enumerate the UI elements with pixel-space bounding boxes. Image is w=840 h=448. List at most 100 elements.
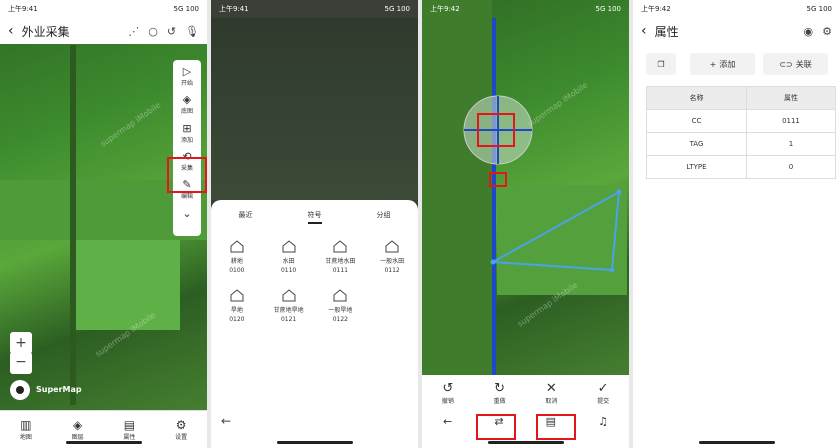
symbol-item[interactable]: 一般旱地 0122 bbox=[315, 289, 367, 324]
plus-icon: + bbox=[709, 59, 717, 69]
symbol-name: 水田 bbox=[282, 258, 295, 265]
zoom-in-button[interactable]: + bbox=[10, 332, 32, 354]
attribute-value[interactable]: 1 bbox=[745, 132, 837, 156]
back-arrow-icon[interactable]: ← bbox=[221, 414, 231, 428]
back-arrow-icon[interactable]: ← bbox=[443, 415, 452, 428]
table-row[interactable]: LTYPE 0 bbox=[646, 155, 837, 179]
attribute-value[interactable]: 0111 bbox=[745, 109, 837, 133]
attribute-table: 名称 属性 CC 0111 TAG 1 LTYPE 0 bbox=[646, 86, 837, 179]
table-header-row: 名称 属性 bbox=[646, 86, 837, 110]
symbol-item[interactable]: 甘蔗地水田 0111 bbox=[315, 240, 367, 275]
submit-button[interactable]: ✓ 提交 bbox=[597, 381, 609, 405]
action-label: 提交 bbox=[597, 398, 610, 405]
link-button[interactable]: ⊂⊃ 关联 bbox=[763, 53, 828, 75]
highlight-collect bbox=[167, 157, 207, 193]
gear-icon[interactable]: ⚙ bbox=[822, 25, 832, 38]
cancel-button[interactable]: ✕ 取消 bbox=[545, 381, 557, 405]
dimmed-map[interactable] bbox=[211, 18, 418, 200]
tab-recent[interactable]: 最近 bbox=[239, 210, 253, 224]
tab-groups[interactable]: 分组 bbox=[377, 210, 391, 224]
symbol-code: 0112 bbox=[384, 267, 400, 274]
tab-settings[interactable]: ⚙ 设置 bbox=[175, 418, 187, 441]
play-icon: ▷ bbox=[182, 65, 192, 78]
tab-symbols[interactable]: 符号 bbox=[307, 210, 322, 224]
symbol-item[interactable]: 耕地 0100 bbox=[211, 240, 263, 275]
symbol-item[interactable]: 一般水田 0112 bbox=[366, 240, 418, 275]
home-indicator bbox=[65, 441, 142, 444]
action-label: 重做 bbox=[493, 398, 506, 405]
column-header: 名称 bbox=[646, 86, 747, 110]
cancel-icon: ✕ bbox=[545, 381, 557, 396]
share-icon[interactable]: ⋰ bbox=[128, 25, 139, 38]
locate-button[interactable] bbox=[10, 380, 30, 400]
toolbar-label: 添加 bbox=[180, 136, 193, 144]
back-icon[interactable]: ‹ bbox=[8, 23, 14, 39]
tab-layers[interactable]: ◈ 图层 bbox=[72, 418, 84, 441]
copy-button[interactable]: ❐ bbox=[646, 53, 676, 75]
toolbar-expand[interactable]: ⌄ bbox=[182, 206, 192, 236]
copy-icon: ❐ bbox=[657, 59, 665, 69]
map-road bbox=[70, 45, 76, 405]
attribute-name: LTYPE bbox=[646, 155, 747, 179]
symbol-name: 耕地 bbox=[230, 258, 243, 265]
symbol-name: 一般水田 bbox=[380, 258, 405, 265]
toolbar-label: 开始 bbox=[180, 80, 193, 87]
undo-icon[interactable]: ↺ bbox=[167, 25, 176, 38]
redo-icon: ↻ bbox=[494, 381, 506, 396]
map-toolbar: ▷ 开始 ◈ 底图 ⊞ 添加 ⟲ 采集 ✎ 编辑 ⌄ bbox=[173, 60, 201, 236]
toolbar-add[interactable]: ⊞ 添加 bbox=[180, 121, 193, 151]
table-row[interactable]: CC 0111 bbox=[646, 109, 837, 133]
symbol-name: 甘蔗地旱地 bbox=[273, 307, 304, 314]
table-row[interactable]: TAG 1 bbox=[646, 132, 837, 156]
header: ‹ 外业采集 ⋰ ○ ↺ 🎙︎ bbox=[0, 18, 207, 44]
add-button[interactable]: + 添加 bbox=[690, 53, 755, 75]
house-icon bbox=[282, 240, 296, 253]
brand-logo: SuperMap bbox=[36, 385, 82, 394]
tab-label: 地图 bbox=[19, 434, 32, 441]
tab-map[interactable]: ▥ 地图 bbox=[20, 418, 32, 441]
highlight-magnifier bbox=[477, 113, 515, 147]
status-indicators: 5G 100 bbox=[384, 5, 410, 13]
edit-actions-sheet: ↺ 撤销 ↻ 重做 ✕ 取消 ✓ 提交 ← ⇄ ▤ ♫ bbox=[422, 375, 629, 448]
status-time: 上午9:41 bbox=[219, 5, 249, 13]
home-indicator bbox=[276, 441, 353, 444]
tab-attribute[interactable]: ▤ 属性 bbox=[123, 418, 135, 441]
toolbar-basemap[interactable]: ◈ 底图 bbox=[181, 94, 193, 122]
watermark: supermap iMobile bbox=[98, 100, 163, 149]
search-icon[interactable]: ○ bbox=[148, 25, 158, 38]
attribute-icon: ▤ bbox=[123, 418, 136, 432]
bell-icon[interactable]: ♫ bbox=[598, 415, 608, 428]
highlight-point bbox=[489, 172, 507, 187]
screen-attributes: 上午9:42 5G 100 ‹ 属性 ◉ ⚙ ❐ + 添加 ⊂⊃ 关联 名称 属性 … bbox=[633, 0, 840, 448]
status-bar: 上午9:42 5G 100 bbox=[633, 0, 840, 18]
house-icon bbox=[333, 289, 347, 302]
symbol-item[interactable]: 甘蔗地旱地 0121 bbox=[263, 289, 315, 324]
house-icon bbox=[385, 240, 399, 253]
action-label: 取消 bbox=[545, 398, 558, 405]
toolbar-start[interactable]: ▷ 开始 bbox=[181, 66, 193, 94]
add-icon: ⊞ bbox=[182, 121, 192, 135]
polygon-vertex bbox=[609, 267, 615, 273]
mic-icon[interactable]: 🎙︎ bbox=[185, 25, 199, 38]
symbol-sheet: 最近 符号 分组 耕地 0100 水田 0110 甘蔗地水田 0111 一般水田 011… bbox=[211, 200, 418, 448]
symbol-name: 一般旱地 bbox=[328, 307, 353, 314]
symbol-code: 0110 bbox=[280, 267, 297, 274]
back-icon[interactable]: ‹ bbox=[641, 23, 647, 39]
gear-icon: ⚙ bbox=[175, 418, 187, 432]
house-icon bbox=[230, 289, 244, 302]
attribute-value[interactable]: 0 bbox=[745, 155, 837, 179]
link-icon: ⊂⊃ bbox=[779, 59, 793, 69]
zoom-out-button[interactable]: − bbox=[10, 352, 32, 374]
symbol-item[interactable]: 旱地 0120 bbox=[211, 289, 263, 324]
symbol-item[interactable]: 水田 0110 bbox=[263, 240, 315, 275]
redo-button[interactable]: ↻ 重做 bbox=[494, 381, 506, 405]
layers-icon: ◈ bbox=[73, 418, 83, 432]
undo-button[interactable]: ↺ 撤销 bbox=[442, 381, 454, 405]
house-icon bbox=[282, 289, 296, 302]
symbol-code: 0100 bbox=[229, 267, 245, 274]
symbol-tabs: 最近 符号 分组 bbox=[211, 210, 418, 224]
header: ‹ 属性 ◉ ⚙ bbox=[633, 18, 840, 44]
map-field bbox=[70, 240, 180, 330]
chevron-down-icon: ⌄ bbox=[182, 206, 192, 220]
eye-icon[interactable]: ◉ bbox=[804, 25, 814, 38]
